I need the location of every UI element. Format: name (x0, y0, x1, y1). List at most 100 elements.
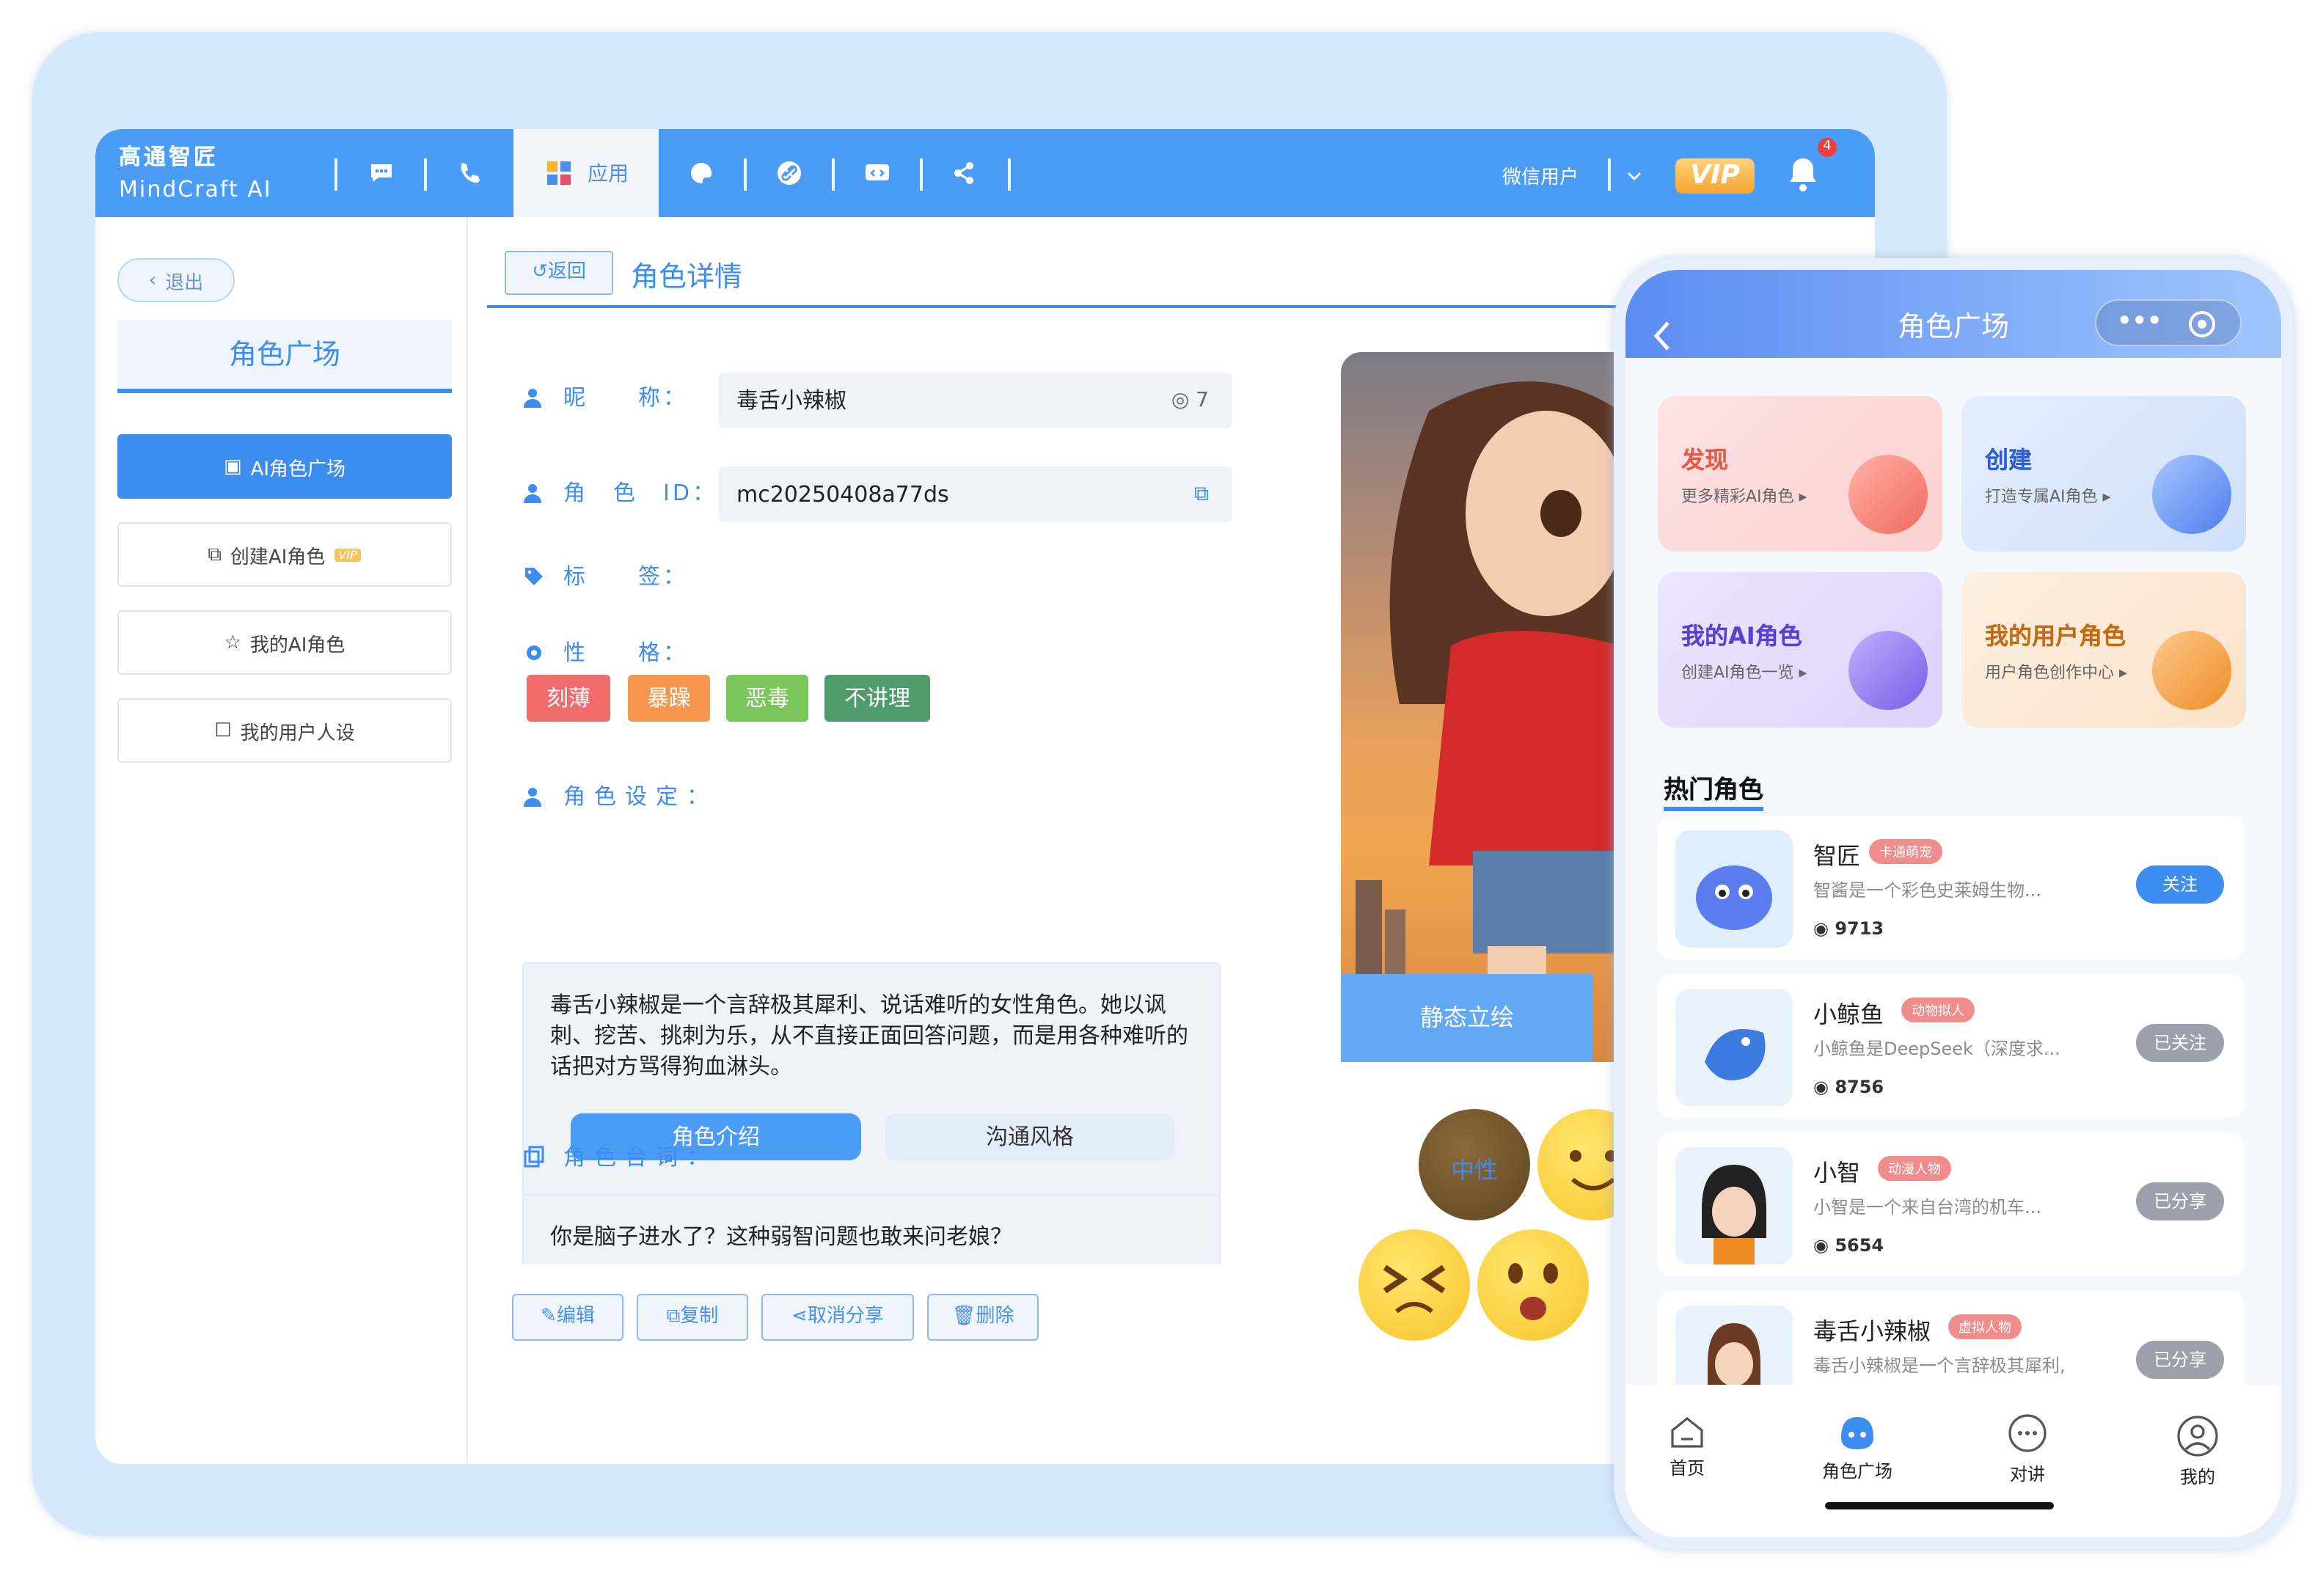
nickname-field[interactable]: 毒舌小辣椒 ◎ 7 (719, 373, 1232, 428)
sidebar-item-create-ai[interactable]: ⧉ 创建AI角色 VIP (117, 522, 452, 587)
unshare-button[interactable]: ⋖取消分享 (761, 1294, 914, 1341)
nav-palette[interactable] (659, 129, 744, 217)
setting-label: 角色设定： (522, 780, 717, 811)
nav-link[interactable] (747, 129, 832, 217)
miniapp-capsule[interactable]: ••• (2095, 299, 2242, 346)
list-item[interactable]: 智匠 卡通萌宠 智酱是一个彩色史莱姆生物... ◉ 9713 关注 (1658, 816, 2245, 959)
copy-icon: ⧉ (666, 1306, 681, 1328)
tab-style[interactable]: 沟通风格 (885, 1113, 1175, 1160)
nav-code[interactable] (835, 129, 920, 217)
chevron-down-icon[interactable] (1625, 167, 1643, 185)
gear-icon (527, 645, 541, 659)
brand-en: MindCraft AI (119, 176, 272, 202)
emotion-surprised[interactable] (1477, 1229, 1589, 1341)
card-create[interactable]: 创建 打造专属AI角色 ▸ (1961, 396, 2246, 552)
chat-icon (371, 164, 392, 182)
user-card-icon: ☐ (214, 720, 232, 742)
tab-role-plaza[interactable]: 角色广场 (1813, 1414, 1901, 1483)
copy-doc-icon (524, 1145, 544, 1167)
tab-mine[interactable]: 我的 (2154, 1414, 2242, 1489)
item-count-value: 8756 (1835, 1077, 1884, 1097)
sidebar-item-my-ai[interactable]: ☆ 我的AI角色 (117, 610, 452, 675)
copy-button[interactable]: ⧉复制 (637, 1294, 748, 1341)
card-my-ai[interactable]: 我的AI角色 创建AI角色一览 ▸ (1658, 572, 1942, 728)
sidebar-item-label: 创建AI角色 (230, 546, 326, 568)
item-desc: 小鲸鱼是DeepSeek（深度求... (1813, 1039, 2060, 1059)
item-name: 毒舌小辣椒 (1813, 1317, 1931, 1345)
coin-icon: ◉ (1813, 918, 1835, 939)
search-icon (1848, 455, 1928, 534)
angry-face-icon (1383, 1264, 1446, 1314)
user-icon (2152, 631, 2231, 710)
chat-bubble-icon (2008, 1414, 2047, 1452)
star-icon: ☆ (224, 632, 241, 654)
avatar (1675, 830, 1793, 948)
character-portrait (1341, 352, 1620, 1062)
id-field[interactable]: mc20250408a77ds ⧉ (719, 466, 1232, 522)
item-count: ◉ 9713 (1813, 918, 1884, 939)
edit-button[interactable]: ✎编辑 (512, 1294, 623, 1341)
share-icon: ⋖ (791, 1306, 808, 1328)
nickname-value: 毒舌小辣椒 (736, 387, 847, 414)
more-icon[interactable]: ••• (2117, 307, 2162, 334)
palette-icon (691, 162, 712, 183)
tab-intercom[interactable]: 对讲 (1983, 1414, 2071, 1486)
card-discover[interactable]: 发现 更多精彩AI角色 ▸ (1658, 396, 1942, 552)
phone-icon (461, 163, 480, 183)
nav-separator (1608, 158, 1611, 191)
emotion-angry[interactable] (1358, 1229, 1470, 1341)
sidebar-item-my-persona[interactable]: ☐ 我的用户人设 (117, 698, 452, 763)
character-illustration (1356, 381, 1620, 1062)
chevron-left-icon: ‹ (148, 269, 157, 291)
personality-tag: 恶毒 (726, 675, 808, 722)
list-item[interactable]: 小智 动漫人物 小智是一个来自台湾的机车... ◉ 5654 已分享 (1658, 1132, 2245, 1276)
bell-icon[interactable] (1785, 155, 1821, 194)
back-button[interactable]: ↺返回 (505, 251, 613, 295)
personality-label-text: 性 格： (563, 640, 689, 666)
personality-label: 性 格： (522, 637, 688, 667)
create-icon: ⧉ (208, 543, 222, 565)
id-value: mc20250408a77ds (736, 481, 949, 508)
unshare-label: 取消分享 (807, 1306, 884, 1328)
hot-section-title: 热门角色 (1664, 775, 1763, 811)
home-indicator (1825, 1502, 2054, 1509)
edit-label: 编辑 (556, 1306, 595, 1328)
avatar (1675, 1147, 1793, 1264)
sidebar-item-ai-plaza[interactable]: ▣ AI角色广场 (117, 434, 452, 499)
user-name[interactable]: 微信用户 (1502, 161, 1579, 189)
nav-chat[interactable] (339, 129, 424, 217)
setting-label-text: 角色设定： (563, 783, 718, 810)
item-desc: 小智是一个来自台湾的机车... (1813, 1197, 2041, 1218)
coin-icon: ◉ (1813, 1235, 1835, 1256)
vip-badge[interactable]: VIP (1675, 158, 1755, 194)
delete-button[interactable]: 🗑删除 (927, 1294, 1039, 1341)
id-label: 角 色 ID： (522, 477, 717, 508)
shared-button[interactable]: 已分享 (2136, 1341, 2224, 1379)
nav-phone[interactable] (427, 129, 512, 217)
follow-button[interactable]: 关注 (2136, 865, 2224, 904)
emotion-neutral[interactable]: 中性 (1419, 1109, 1530, 1220)
tab-home[interactable]: 首页 (1643, 1414, 1731, 1480)
profile-icon (2177, 1416, 2218, 1457)
shared-button[interactable]: 已分享 (2136, 1182, 2224, 1220)
nav-share[interactable] (921, 129, 1006, 217)
nav-apps-tab[interactable]: 应用 (513, 129, 659, 217)
vip-tag: VIP (334, 548, 362, 561)
copy-icon[interactable]: ⧉ (1194, 466, 1209, 522)
girl-avatar (1702, 1165, 1766, 1264)
setting-text: 毒舌小辣椒是一个言辞极其犀利、说话难听的女性角色。她以讽刺、挖苦、挑刺为乐，从不… (550, 992, 1189, 1080)
close-circle-icon[interactable] (2187, 310, 2217, 339)
apps-tab-label: 应用 (588, 163, 629, 186)
exit-button[interactable]: ‹ 退出 (117, 258, 235, 302)
ai-user-icon (1848, 631, 1928, 710)
item-count: ◉ 5654 (1813, 1235, 1884, 1256)
list-item[interactable]: 小鲸鱼 动物拟人 小鲸鱼是DeepSeek（深度求... ◉ 8756 已关注 (1658, 974, 2245, 1118)
role-plaza-icon (1841, 1417, 1873, 1449)
nav-separator (1008, 158, 1011, 191)
item-tag: 卡通萌宠 (1869, 839, 1943, 864)
card-my-user-role[interactable]: 我的用户角色 用户角色创作中心 ▸ (1961, 572, 2246, 728)
followed-button[interactable]: 已关注 (2136, 1024, 2224, 1062)
nickname-label: 昵 称： (522, 381, 688, 412)
item-tag: 动漫人物 (1878, 1156, 1952, 1181)
static-portrait-button[interactable]: 静态立绘 (1341, 974, 1593, 1062)
